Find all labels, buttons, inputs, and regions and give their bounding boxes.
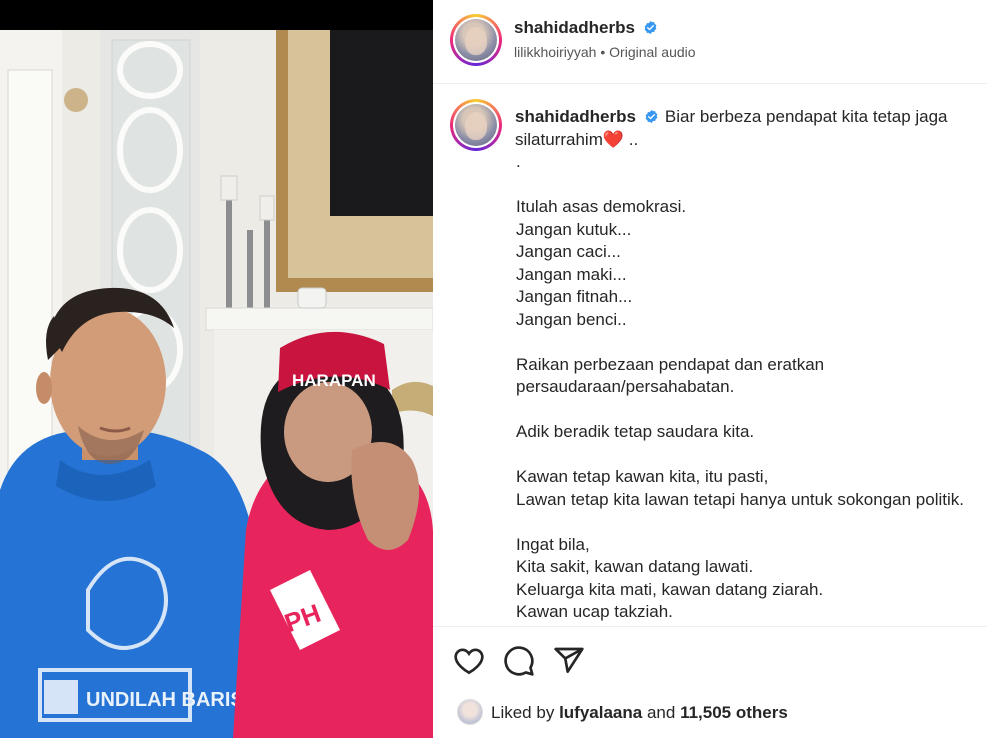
caption-line: Jangan fitnah...: [516, 287, 633, 306]
author-username-link[interactable]: shahidadherbs: [514, 18, 635, 37]
likes-and: and: [646, 703, 676, 722]
caption-line: Jangan caci...: [516, 242, 621, 261]
audio-label-link[interactable]: Original audio: [609, 44, 695, 60]
headband-text: HARAPAN: [292, 371, 376, 390]
caption-line: Kawan ucap takziah.: [516, 602, 673, 621]
video-frame: UNDILAH BARISAN NASIONAL HARAPAN PH: [0, 30, 433, 738]
caption-line: Raikan perbezaan pendapat dan eratkan: [516, 354, 825, 374]
caption-line: Jangan benci..: [516, 309, 627, 329]
caption-line: Lawan tetap kita lawan tetapi hanya untu…: [516, 489, 964, 509]
caption-author-avatar[interactable]: [450, 99, 502, 151]
caption-line: Kita sakit, kawan datang lawati.: [516, 557, 754, 576]
likes-prefix: Liked by: [491, 703, 555, 722]
caption-second-line: silaturrahim: [515, 130, 603, 149]
post-header: shahidadherbs lilikkhoiriyyah • Original…: [433, 0, 987, 84]
author-name-row: shahidadherbs: [514, 18, 658, 38]
caption-body: . Itulah asas demokrasi. Jangan kutuk... Ja…: [516, 151, 976, 624]
caption-line: Jangan maki...: [516, 264, 627, 284]
liker-avatar[interactable]: [457, 699, 483, 725]
caption-author-username-link[interactable]: shahidadherbs: [515, 107, 636, 126]
like-heart-icon[interactable]: [453, 645, 485, 677]
avatar-image: [455, 19, 497, 61]
caption-line: Kawan tetap kawan kita, itu pasti,: [516, 467, 769, 486]
caption-second-line-tail: ..: [628, 130, 639, 149]
heart-emoji-icon: ❤️: [602, 130, 625, 150]
post-actions: Liked by lufyalaana and 11,505 others: [433, 626, 987, 738]
verified-badge-icon: [645, 109, 658, 124]
author-avatar[interactable]: [450, 14, 502, 66]
caption-line: Itulah asas demokrasi.: [516, 197, 687, 216]
audio-separator: •: [600, 44, 606, 60]
liker-username-link[interactable]: lufyalaana: [559, 703, 642, 722]
verified-badge-icon: [645, 20, 657, 35]
caption-line: Keluarga kita mati, kawan datang ziarah.: [516, 579, 824, 599]
audio-info: lilikkhoiriyyah • Original audio: [514, 44, 696, 60]
caption-first-line: Biar berbeza pendapat kita tetap jaga: [664, 107, 948, 126]
audio-user-link[interactable]: lilikkhoiriyyah: [514, 44, 596, 60]
caption-section: shahidadherbs Biar berbeza pendapat kita…: [433, 85, 987, 625]
comment-bubble-icon[interactable]: [503, 645, 535, 677]
post-side-panel: shahidadherbs lilikkhoiriyyah • Original…: [433, 0, 987, 738]
avatar-image: [455, 104, 497, 146]
share-paper-plane-icon[interactable]: [553, 645, 585, 677]
caption-line: .: [516, 152, 521, 171]
likes-others-link[interactable]: 11,505 others: [680, 703, 788, 722]
media-top-bar: [0, 0, 433, 30]
likes-summary: Liked by lufyalaana and 11,505 others: [457, 699, 788, 725]
caption-first-lines: shahidadherbs Biar berbeza pendapat kita…: [515, 105, 965, 152]
post-media[interactable]: UNDILAH BARISAN NASIONAL HARAPAN PH: [0, 0, 433, 738]
caption-line: Jangan kutuk...: [516, 219, 632, 239]
caption-line: Ingat bila,: [516, 534, 590, 554]
caption-line: Adik beradik tetap saudara kita.: [516, 422, 755, 441]
caption-line: persaudaraan/persahabatan.: [516, 377, 735, 396]
